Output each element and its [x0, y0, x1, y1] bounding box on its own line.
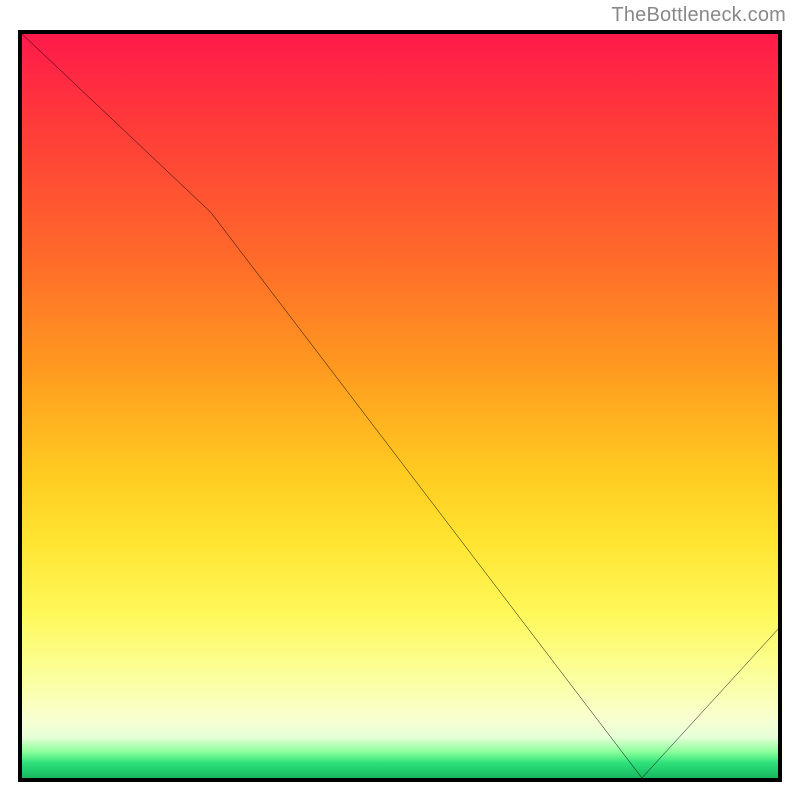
- watermark-text: TheBottleneck.com: [611, 4, 786, 27]
- bottleneck-curve: [22, 34, 778, 778]
- plot-frame: [18, 30, 782, 782]
- chart-stage: TheBottleneck.com: [0, 0, 800, 800]
